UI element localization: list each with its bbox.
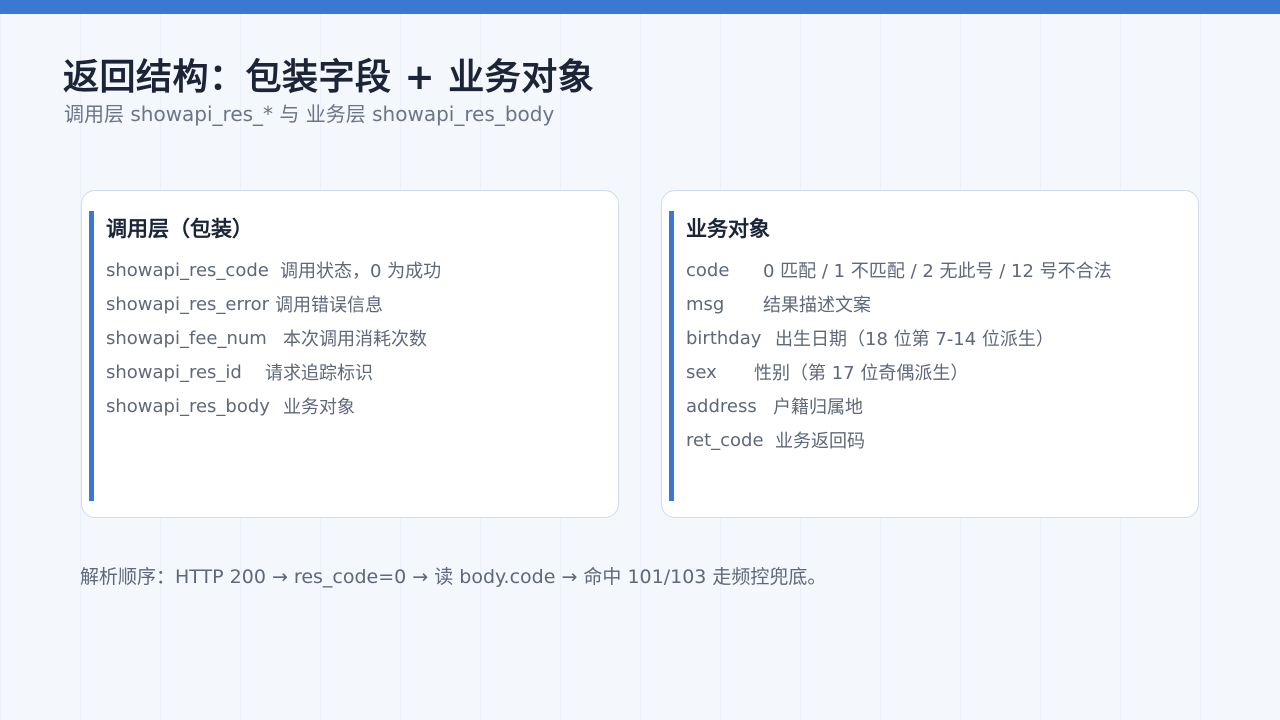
field-description: 调用错误信息	[275, 295, 383, 316]
field-description: 0 匹配 / 1 不匹配 / 2 无此号 / 12 号不合法	[763, 261, 1112, 282]
field-row: ret_code 业务返回码	[686, 423, 1112, 457]
card-title: 业务对象	[686, 217, 770, 241]
field-row: address 户籍归属地	[686, 389, 1112, 423]
card-title: 调用层（包装）	[106, 217, 253, 241]
field-name: showapi_res_error	[106, 293, 270, 315]
field-description: 本次调用消耗次数	[283, 329, 427, 350]
business-object-card: 业务对象 code 0 匹配 / 1 不匹配 / 2 无此号 / 12 号不合法…	[661, 190, 1199, 518]
field-name: birthday	[686, 327, 762, 349]
field-description: 调用状态，0 为成功	[280, 261, 442, 282]
field-name: msg	[686, 293, 725, 315]
field-name: showapi_res_id	[106, 361, 242, 383]
field-row: sex 性别（第 17 位奇偶派生）	[686, 355, 1112, 389]
page-subtitle: 调用层 showapi_res_* 与 业务层 showapi_res_body	[64, 102, 555, 126]
field-name: ret_code	[686, 429, 764, 451]
field-description: 业务对象	[283, 397, 355, 418]
field-row: birthday 出生日期（18 位第 7-14 位派生）	[686, 321, 1112, 355]
field-row: showapi_res_body 业务对象	[106, 389, 441, 423]
field-name: sex	[686, 361, 717, 383]
field-description: 户籍归属地	[773, 397, 863, 418]
field-name: showapi_fee_num	[106, 327, 267, 349]
field-name: address	[686, 395, 757, 417]
field-description: 业务返回码	[775, 431, 865, 452]
field-description: 性别（第 17 位奇偶派生）	[754, 363, 969, 384]
card-accent-bar	[89, 211, 94, 501]
field-list: code 0 匹配 / 1 不匹配 / 2 无此号 / 12 号不合法 msg …	[686, 253, 1112, 457]
page-title: 返回结构：包装字段 + 业务对象	[63, 57, 595, 98]
top-accent-bar	[0, 0, 1280, 14]
field-row: msg 结果描述文案	[686, 287, 1112, 321]
wrapper-fields-card: 调用层（包装） showapi_res_code 调用状态，0 为成功 show…	[81, 190, 619, 518]
field-row: code 0 匹配 / 1 不匹配 / 2 无此号 / 12 号不合法	[686, 253, 1112, 287]
card-accent-bar	[669, 211, 674, 501]
field-row: showapi_fee_num 本次调用消耗次数	[106, 321, 441, 355]
field-description: 请求追踪标识	[265, 363, 373, 384]
parsing-order-note: 解析顺序：HTTP 200 → res_code=0 → 读 body.code…	[80, 566, 827, 588]
field-row: showapi_res_code 调用状态，0 为成功	[106, 253, 441, 287]
field-name: code	[686, 259, 730, 281]
field-row: showapi_res_id 请求追踪标识	[106, 355, 441, 389]
field-description: 出生日期（18 位第 7-14 位派生）	[775, 329, 1054, 350]
field-name: showapi_res_code	[106, 259, 269, 281]
field-name: showapi_res_body	[106, 395, 270, 417]
field-row: showapi_res_error 调用错误信息	[106, 287, 441, 321]
field-list: showapi_res_code 调用状态，0 为成功 showapi_res_…	[106, 253, 441, 423]
field-description: 结果描述文案	[763, 295, 871, 316]
